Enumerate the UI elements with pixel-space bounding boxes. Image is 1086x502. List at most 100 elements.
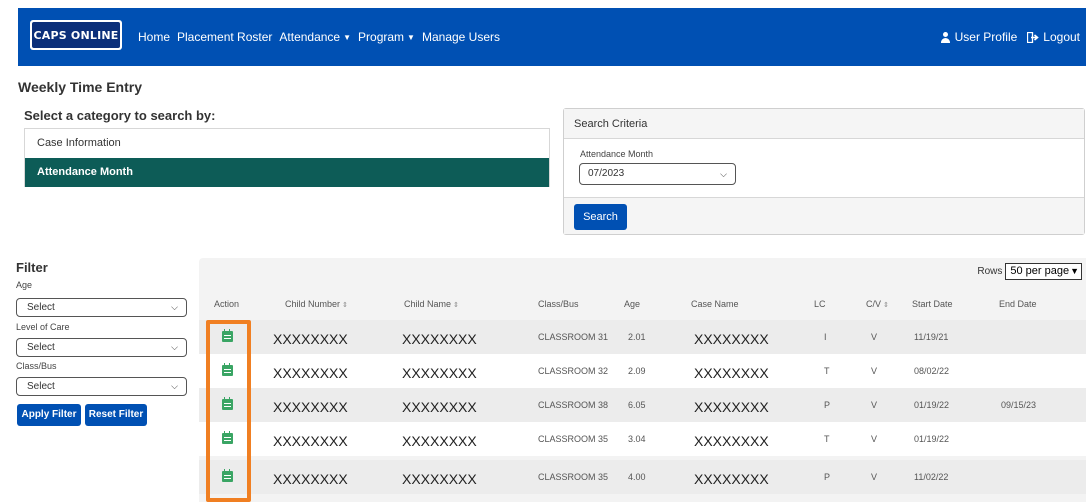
rows-per-page-select[interactable]: 50 per page ▼ (1005, 263, 1082, 280)
rows-label: Rows (977, 266, 1003, 277)
chevron-down-icon: ⌵ (171, 342, 178, 352)
cell-case-name: XXXXXXXX (694, 471, 769, 487)
header-action: Action (214, 299, 240, 309)
header-cv-label: C/V (866, 299, 882, 309)
calendar-icon[interactable] (222, 329, 233, 342)
logout-label: Logout (1043, 30, 1080, 44)
cell-end-date: 09/15/23 (1001, 400, 1037, 410)
reset-filter-button[interactable]: Reset Filter (85, 404, 147, 426)
age-filter-label: Age (16, 280, 33, 290)
cell-start-date: 01/19/22 (914, 434, 950, 444)
filter-title: Filter (16, 260, 48, 275)
cell-class-bus: CLASSROOM 35 (538, 472, 609, 482)
header-child-number[interactable]: Child Number ⇕ (285, 299, 348, 309)
nav-home[interactable]: Home (138, 30, 170, 44)
cell-start-date: 11/19/21 (914, 332, 949, 342)
nav-attendance[interactable]: Attendance ▼ (279, 30, 351, 44)
logout-icon (1027, 31, 1040, 43)
header-class-bus: Class/Bus (538, 299, 579, 309)
calendar-icon[interactable] (222, 469, 233, 482)
header-child-number-label: Child Number (285, 299, 341, 309)
calendar-icon[interactable] (222, 431, 233, 444)
header-age: Age (624, 299, 641, 309)
nav-program[interactable]: Program ▼ (358, 30, 415, 44)
class-bus-value: Select (27, 381, 55, 392)
table-row: XXXXXXXX XXXXXXXX CLASSROOM 35 3.04 XXXX… (199, 422, 1086, 456)
user-profile-link[interactable]: User Profile (940, 30, 1018, 44)
level-of-care-label: Level of Care (16, 322, 70, 332)
chevron-down-icon: ⌵ (171, 302, 178, 312)
category-attendance-month[interactable]: Attendance Month (25, 158, 549, 187)
cell-class-bus: CLASSROOM 31 (538, 332, 609, 342)
cell-age: 3.04 (628, 434, 646, 444)
search-button[interactable]: Search (574, 204, 627, 230)
caps-online-logo[interactable]: CAPS ONLINE (30, 20, 122, 50)
cell-cv: V (871, 332, 878, 342)
cell-cv: V (871, 434, 878, 444)
cell-start-date: 08/02/22 (914, 366, 950, 376)
cell-cv: V (871, 366, 878, 376)
cell-cv: V (871, 400, 878, 410)
cell-child-number: XXXXXXXX (273, 433, 348, 449)
caret-down-icon: ▼ (407, 33, 415, 42)
category-case-information[interactable]: Case Information (25, 129, 549, 158)
cell-lc: I (824, 332, 827, 342)
attendance-month-value: 07/2023 (588, 168, 625, 179)
rows-per-page-control: Rows 50 per page ▼ (977, 263, 1082, 280)
logout-link[interactable]: Logout (1027, 30, 1080, 44)
sort-icon: ⇕ (883, 302, 889, 309)
nav-manage-users[interactable]: Manage Users (422, 30, 500, 44)
calendar-icon[interactable] (222, 397, 233, 410)
header-child-name-label: Child Name (404, 299, 452, 309)
apply-filter-button[interactable]: Apply Filter (17, 404, 81, 426)
cell-lc: P (824, 400, 831, 410)
attendance-month-select[interactable]: 07/2023 ⌵ (579, 163, 736, 185)
cell-start-date: 01/19/22 (914, 400, 950, 410)
cell-case-name: XXXXXXXX (694, 365, 769, 381)
cell-class-bus: CLASSROOM 35 (538, 434, 609, 444)
cell-age: 4.00 (628, 472, 646, 482)
class-bus-select[interactable]: Select ⌵ (16, 377, 187, 396)
nav-placement-roster[interactable]: Placement Roster (177, 30, 272, 44)
cell-child-name: XXXXXXXX (402, 331, 477, 347)
cell-lc: P (824, 472, 831, 482)
header-start-date: Start Date (912, 299, 953, 309)
header-child-name[interactable]: Child Name ⇕ (404, 299, 459, 309)
nav-links: Home Placement Roster Attendance ▼ Progra… (138, 30, 500, 44)
cell-child-number: XXXXXXXX (273, 471, 348, 487)
chevron-down-icon: ⌵ (171, 381, 178, 391)
header-lc: LC (814, 299, 826, 309)
cell-child-number: XXXXXXXX (273, 331, 348, 347)
cell-age: 2.09 (628, 366, 646, 376)
cell-child-name: XXXXXXXX (402, 399, 477, 415)
cell-child-number: XXXXXXXX (273, 365, 348, 381)
chevron-down-icon: ⌵ (720, 169, 727, 179)
cell-child-name: XXXXXXXX (402, 365, 477, 381)
table-row: XXXXXXXX XXXXXXXX CLASSROOM 31 2.01 XXXX… (199, 320, 1086, 354)
cell-lc: T (824, 366, 830, 376)
page-title: Weekly Time Entry (18, 79, 142, 95)
header-cv[interactable]: C/V ⇕ (866, 299, 889, 309)
cell-child-number: XXXXXXXX (273, 399, 348, 415)
level-of-care-value: Select (27, 342, 55, 353)
age-filter-select[interactable]: Select ⌵ (16, 298, 187, 317)
sort-icon: ⇕ (342, 302, 348, 309)
cell-child-name: XXXXXXXX (402, 471, 477, 487)
cell-case-name: XXXXXXXX (694, 433, 769, 449)
cell-case-name: XXXXXXXX (694, 331, 769, 347)
nav-program-label: Program (358, 30, 405, 44)
table-row: XXXXXXXX XXXXXXXX CLASSROOM 32 2.09 XXXX… (199, 354, 1086, 388)
attendance-month-label: Attendance Month (580, 149, 654, 159)
cell-class-bus: CLASSROOM 38 (538, 400, 609, 410)
user-profile-label: User Profile (954, 30, 1018, 44)
cell-case-name: XXXXXXXX (694, 399, 769, 415)
top-nav: CAPS ONLINE Home Placement Roster Attend… (18, 8, 1086, 66)
calendar-icon[interactable] (222, 363, 233, 376)
cell-lc: T (824, 434, 830, 444)
cell-age: 6.05 (628, 400, 646, 410)
search-criteria-panel: Search Criteria Attendance Month 07/2023… (563, 108, 1085, 235)
level-of-care-select[interactable]: Select ⌵ (16, 338, 187, 357)
sort-icon: ⇕ (453, 302, 459, 309)
header-end-date: End Date (999, 299, 1037, 309)
category-label: Select a category to search by: (24, 108, 216, 123)
